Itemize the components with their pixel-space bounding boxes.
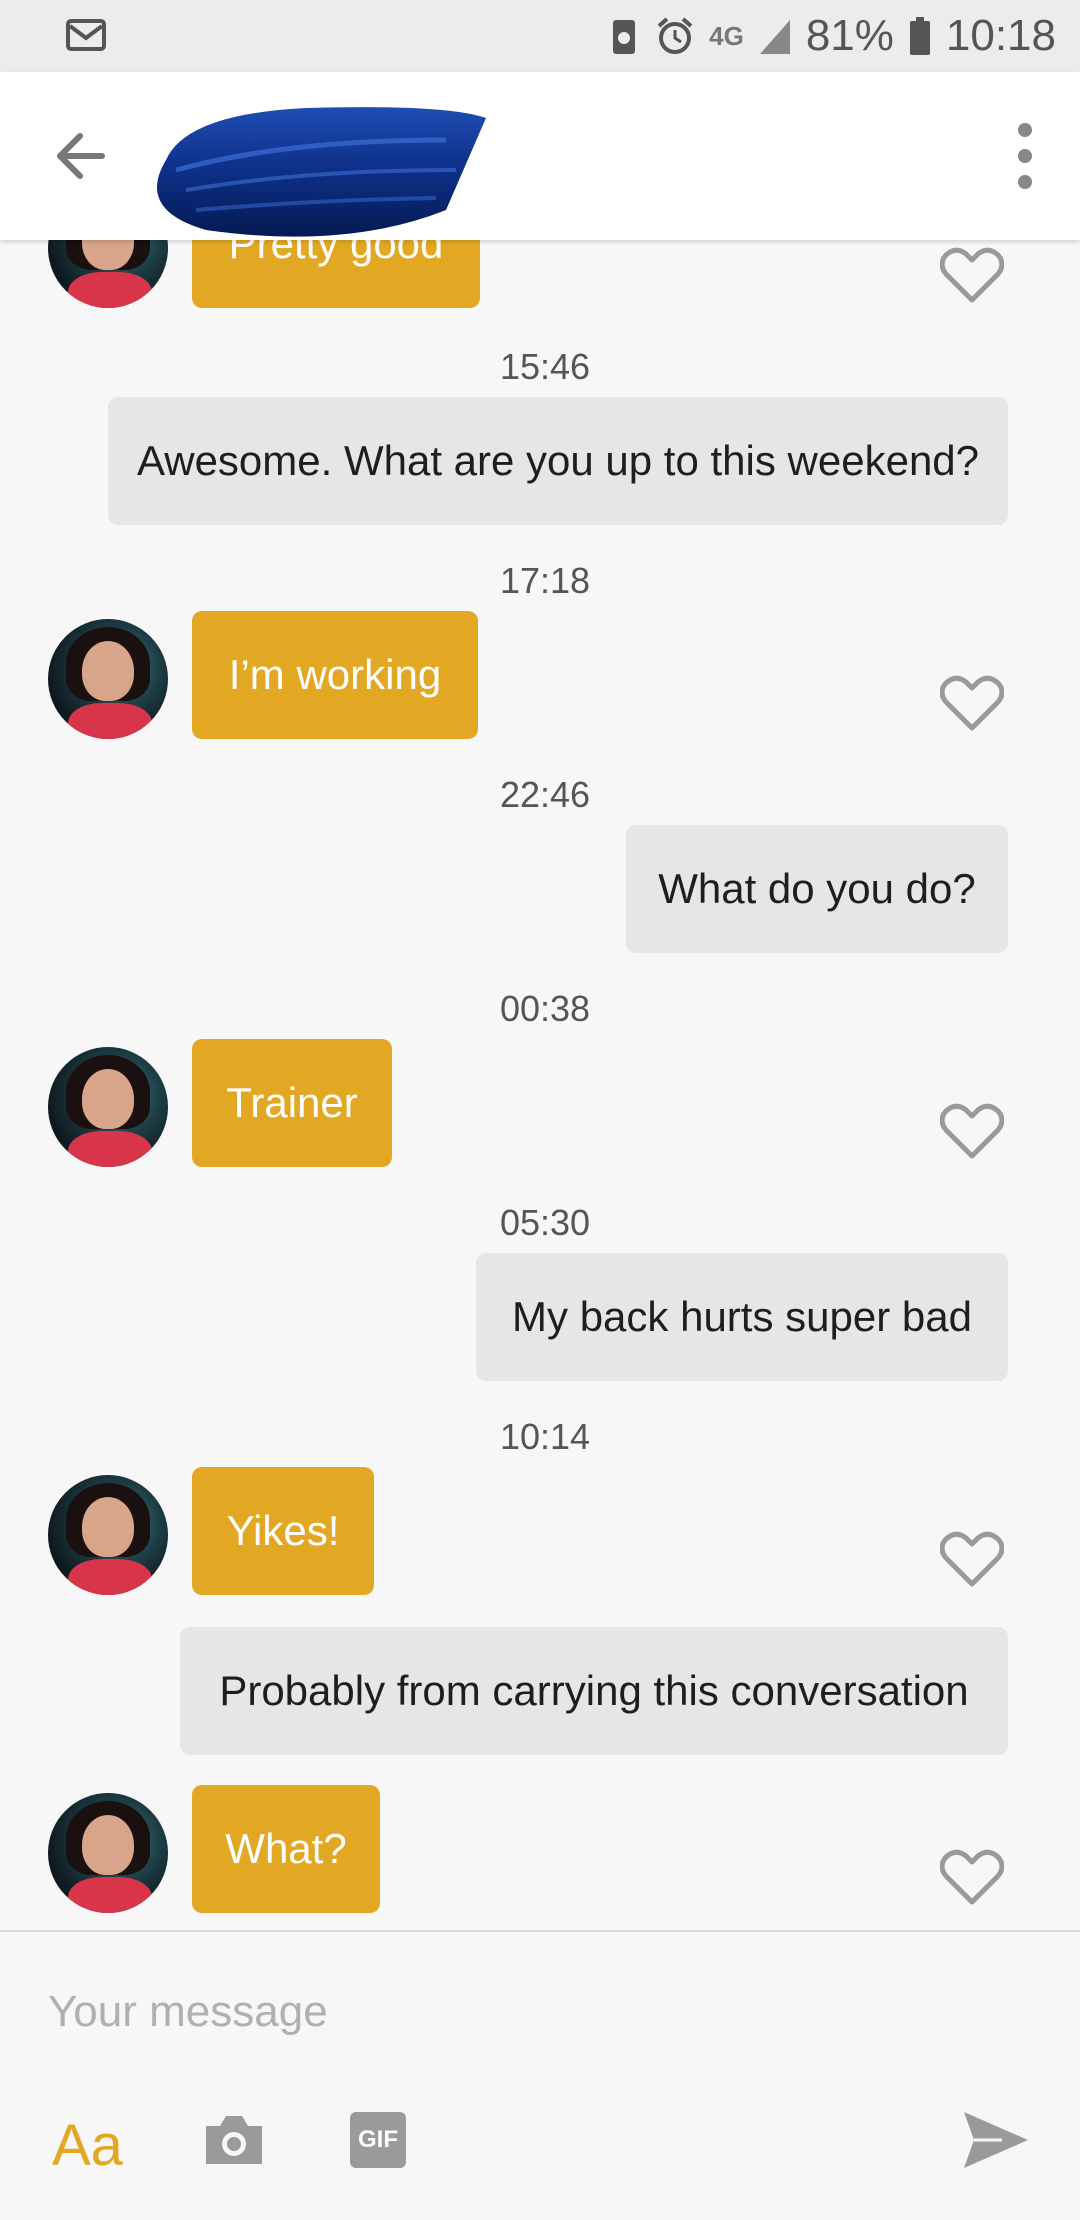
avatar[interactable]: [48, 1793, 168, 1913]
redacted-contact-name: [157, 107, 486, 237]
heart-icon[interactable]: [940, 1848, 1004, 1906]
conversation-header: [0, 72, 1080, 240]
heart-icon[interactable]: [940, 246, 1004, 304]
message-bubble-incoming[interactable]: Pretty good: [192, 240, 480, 308]
message-bubble-outgoing[interactable]: Probably from carrying this conversation: [180, 1627, 1008, 1755]
overflow-menu-icon[interactable]: [990, 114, 1060, 198]
message-list[interactable]: Pretty good 15:46 Awesome. What are you …: [0, 240, 1080, 1932]
battery-percent: 81%: [805, 11, 894, 60]
timestamp: 22:46: [499, 774, 591, 815]
avatar[interactable]: [48, 1475, 168, 1595]
message-bubble-outgoing[interactable]: What do you do?: [626, 825, 1008, 953]
back-arrow-icon[interactable]: [44, 116, 124, 196]
message-bubble-outgoing[interactable]: Awesome. What are you up to this weekend…: [108, 397, 1008, 525]
avatar[interactable]: [48, 240, 168, 308]
battery-saver-icon: [613, 20, 636, 54]
avatar[interactable]: [48, 619, 168, 739]
message-composer: Aa GIF: [0, 1930, 1080, 2220]
battery-icon: [909, 17, 930, 55]
heart-icon[interactable]: [940, 1102, 1004, 1160]
status-bar: 4G 81% 10:18: [0, 0, 1080, 72]
heart-icon[interactable]: [940, 674, 1004, 732]
send-icon[interactable]: [962, 2108, 1030, 2172]
message-bubble-outgoing[interactable]: My back hurts super bad: [476, 1253, 1008, 1381]
status-icons: 4G 81% 10:18: [607, 8, 1056, 64]
text-format-button[interactable]: Aa: [52, 2112, 123, 2179]
network-4g-icon: 4G: [709, 20, 744, 51]
heart-icon[interactable]: [940, 1530, 1004, 1588]
timestamp: 05:30: [499, 1202, 591, 1243]
timestamp: 17:18: [499, 560, 591, 601]
gif-button[interactable]: GIF: [350, 2112, 406, 2168]
message-input[interactable]: [48, 1972, 1028, 2052]
message-bubble-incoming[interactable]: What?: [192, 1785, 380, 1913]
mail-icon: [66, 19, 106, 51]
message-bubble-incoming[interactable]: Yikes!: [192, 1467, 374, 1595]
timestamp: 15:46: [499, 346, 591, 387]
alarm-icon: [657, 17, 693, 54]
signal-icon: [759, 20, 790, 54]
timestamp: 10:14: [499, 1416, 591, 1457]
camera-icon[interactable]: [202, 2112, 266, 2168]
status-clock: 10:18: [945, 11, 1056, 60]
message-bubble-incoming[interactable]: Trainer: [192, 1039, 392, 1167]
timestamp: 00:38: [499, 988, 591, 1029]
avatar[interactable]: [48, 1047, 168, 1167]
message-bubble-incoming[interactable]: I’m working: [192, 611, 478, 739]
